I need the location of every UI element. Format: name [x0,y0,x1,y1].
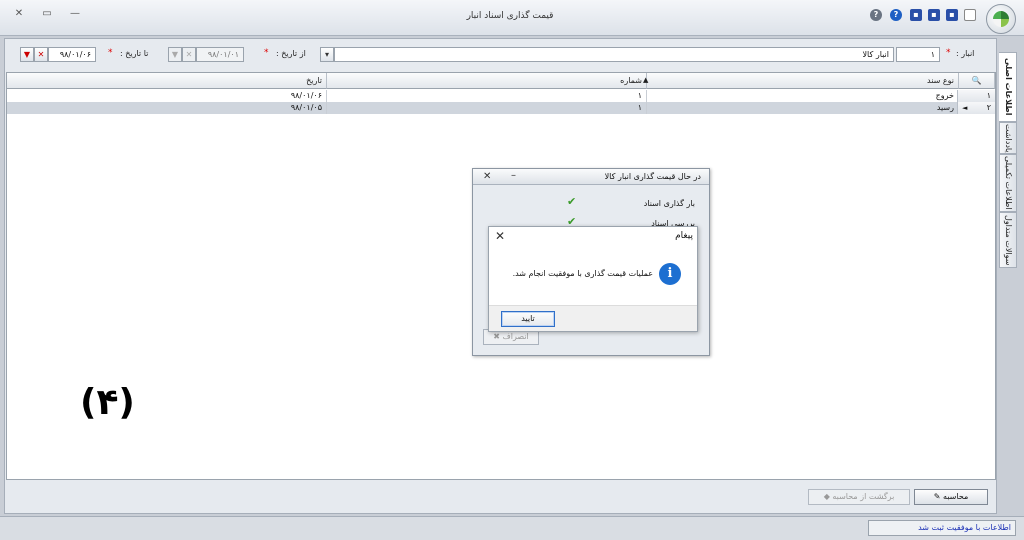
message-text: عملیات قیمت گذاری با موفقیت انجام شد. [512,269,653,278]
current-row-indicator-icon: ◄ [962,104,968,112]
annotation-label: (۴) [80,382,135,423]
save-icon[interactable]: ▪ [910,9,922,21]
cell-number: ۱ [327,90,647,102]
to-date-clear-button[interactable]: ✕ [34,47,48,62]
tab-additional-info[interactable]: اطلاعات تکمیلی [999,154,1017,212]
cell-date: ۹۸/۰۱/۰۵ [7,102,327,114]
save-all-icon[interactable]: ▪ [946,9,958,21]
progress-dialog-title: در حال قیمت گذاری انبار کالا [473,169,709,185]
message-box-title: پیغام [675,231,693,241]
calculate-button[interactable]: محاسبه ✎ [914,489,988,505]
warehouse-label: انبار : [956,49,975,58]
to-date-required-mark: * [108,48,113,58]
column-header-type[interactable]: نوع سند [647,73,959,89]
cancel-icon: ✖ [493,332,500,341]
row-number: ◄ ۲ [957,102,995,114]
window-title: قیمت گذاری اسناد انبار [466,11,554,21]
table-row[interactable]: رسید ۱ ۹۸/۰۱/۰۵ ◄ ۲ [7,102,995,114]
column-header-number[interactable]: ▲ شماره [327,73,649,89]
from-date-clear-button[interactable]: ✕ [182,47,196,62]
close-icon[interactable]: ✕ [483,171,491,182]
warehouse-dropdown-button[interactable]: ▾ [320,47,334,62]
to-date-label: تا تاریخ : [120,49,149,58]
from-date-label: از تاریخ : [276,49,306,58]
to-date-field[interactable]: ۹۸/۰۱/۰۶ [48,47,96,62]
save-as-icon[interactable]: ▪ [928,9,940,21]
app-logo-mark [993,11,1009,27]
tab-faq[interactable]: سوالات متداول [999,212,1017,268]
ok-button[interactable]: تایید [501,311,555,327]
check-icon: ✔ [567,195,577,208]
step-loading-label: بار گذاری اسناد [643,199,695,208]
warehouse-name-field[interactable]: انبار کالا [334,47,894,62]
sort-asc-icon: ▲ [643,76,649,84]
minimize-icon[interactable]: – [511,170,516,181]
tab-notes[interactable]: یادداشت [999,122,1017,154]
info-icon: i [659,263,681,285]
status-message: اطلاعات با موفقیت ثبت شد [868,520,1016,536]
close-icon[interactable]: ✕ [495,229,505,243]
cell-number: ۱ [327,102,647,114]
table-row[interactable]: خروج ۱ ۹۸/۰۱/۰۶ ۱ [7,90,995,102]
message-box: پیغام ✕ i عملیات قیمت گذاری با موفقیت ان… [488,226,698,332]
from-date-field[interactable]: ۹۸/۰۱/۰۱ [196,47,244,62]
info-icon[interactable]: ? [890,9,902,21]
minimize-window-button[interactable]: — [68,8,82,20]
title-bar: ✕ ▭ — قیمت گذاری اسناد انبار ? ? ▪ ▪ ▪ [0,0,1024,36]
to-date-calendar-icon[interactable]: ▼ [20,47,34,62]
message-box-footer: تایید [489,305,697,331]
cell-date: ۹۸/۰۱/۰۶ [7,90,327,102]
column-header-date[interactable]: تاریخ [7,73,327,89]
new-document-icon[interactable] [964,9,976,21]
row-number: ۱ [957,90,995,102]
close-window-button[interactable]: ✕ [12,8,26,20]
warehouse-code-field[interactable]: ۱ [896,47,940,62]
status-bar: اطلاعات با موفقیت ثبت شد [0,516,1024,540]
grid-search-icon[interactable]: 🔍 [959,73,995,89]
warehouse-required-mark: * [946,48,951,58]
from-date-required-mark: * [264,48,269,58]
cell-type: رسید [647,102,959,114]
help-icon[interactable]: ? [870,9,882,21]
revert-calculation-button[interactable]: برگشت از محاسبه ◆ [808,489,910,505]
cell-type: خروج [647,90,959,102]
restore-window-button[interactable]: ▭ [40,8,54,20]
tab-main-info[interactable]: اطلاعات اصلی [999,52,1017,122]
revert-icon: ◆ [823,492,830,501]
from-date-calendar-icon[interactable]: ▼ [168,47,182,62]
calculate-icon: ✎ [933,492,941,501]
